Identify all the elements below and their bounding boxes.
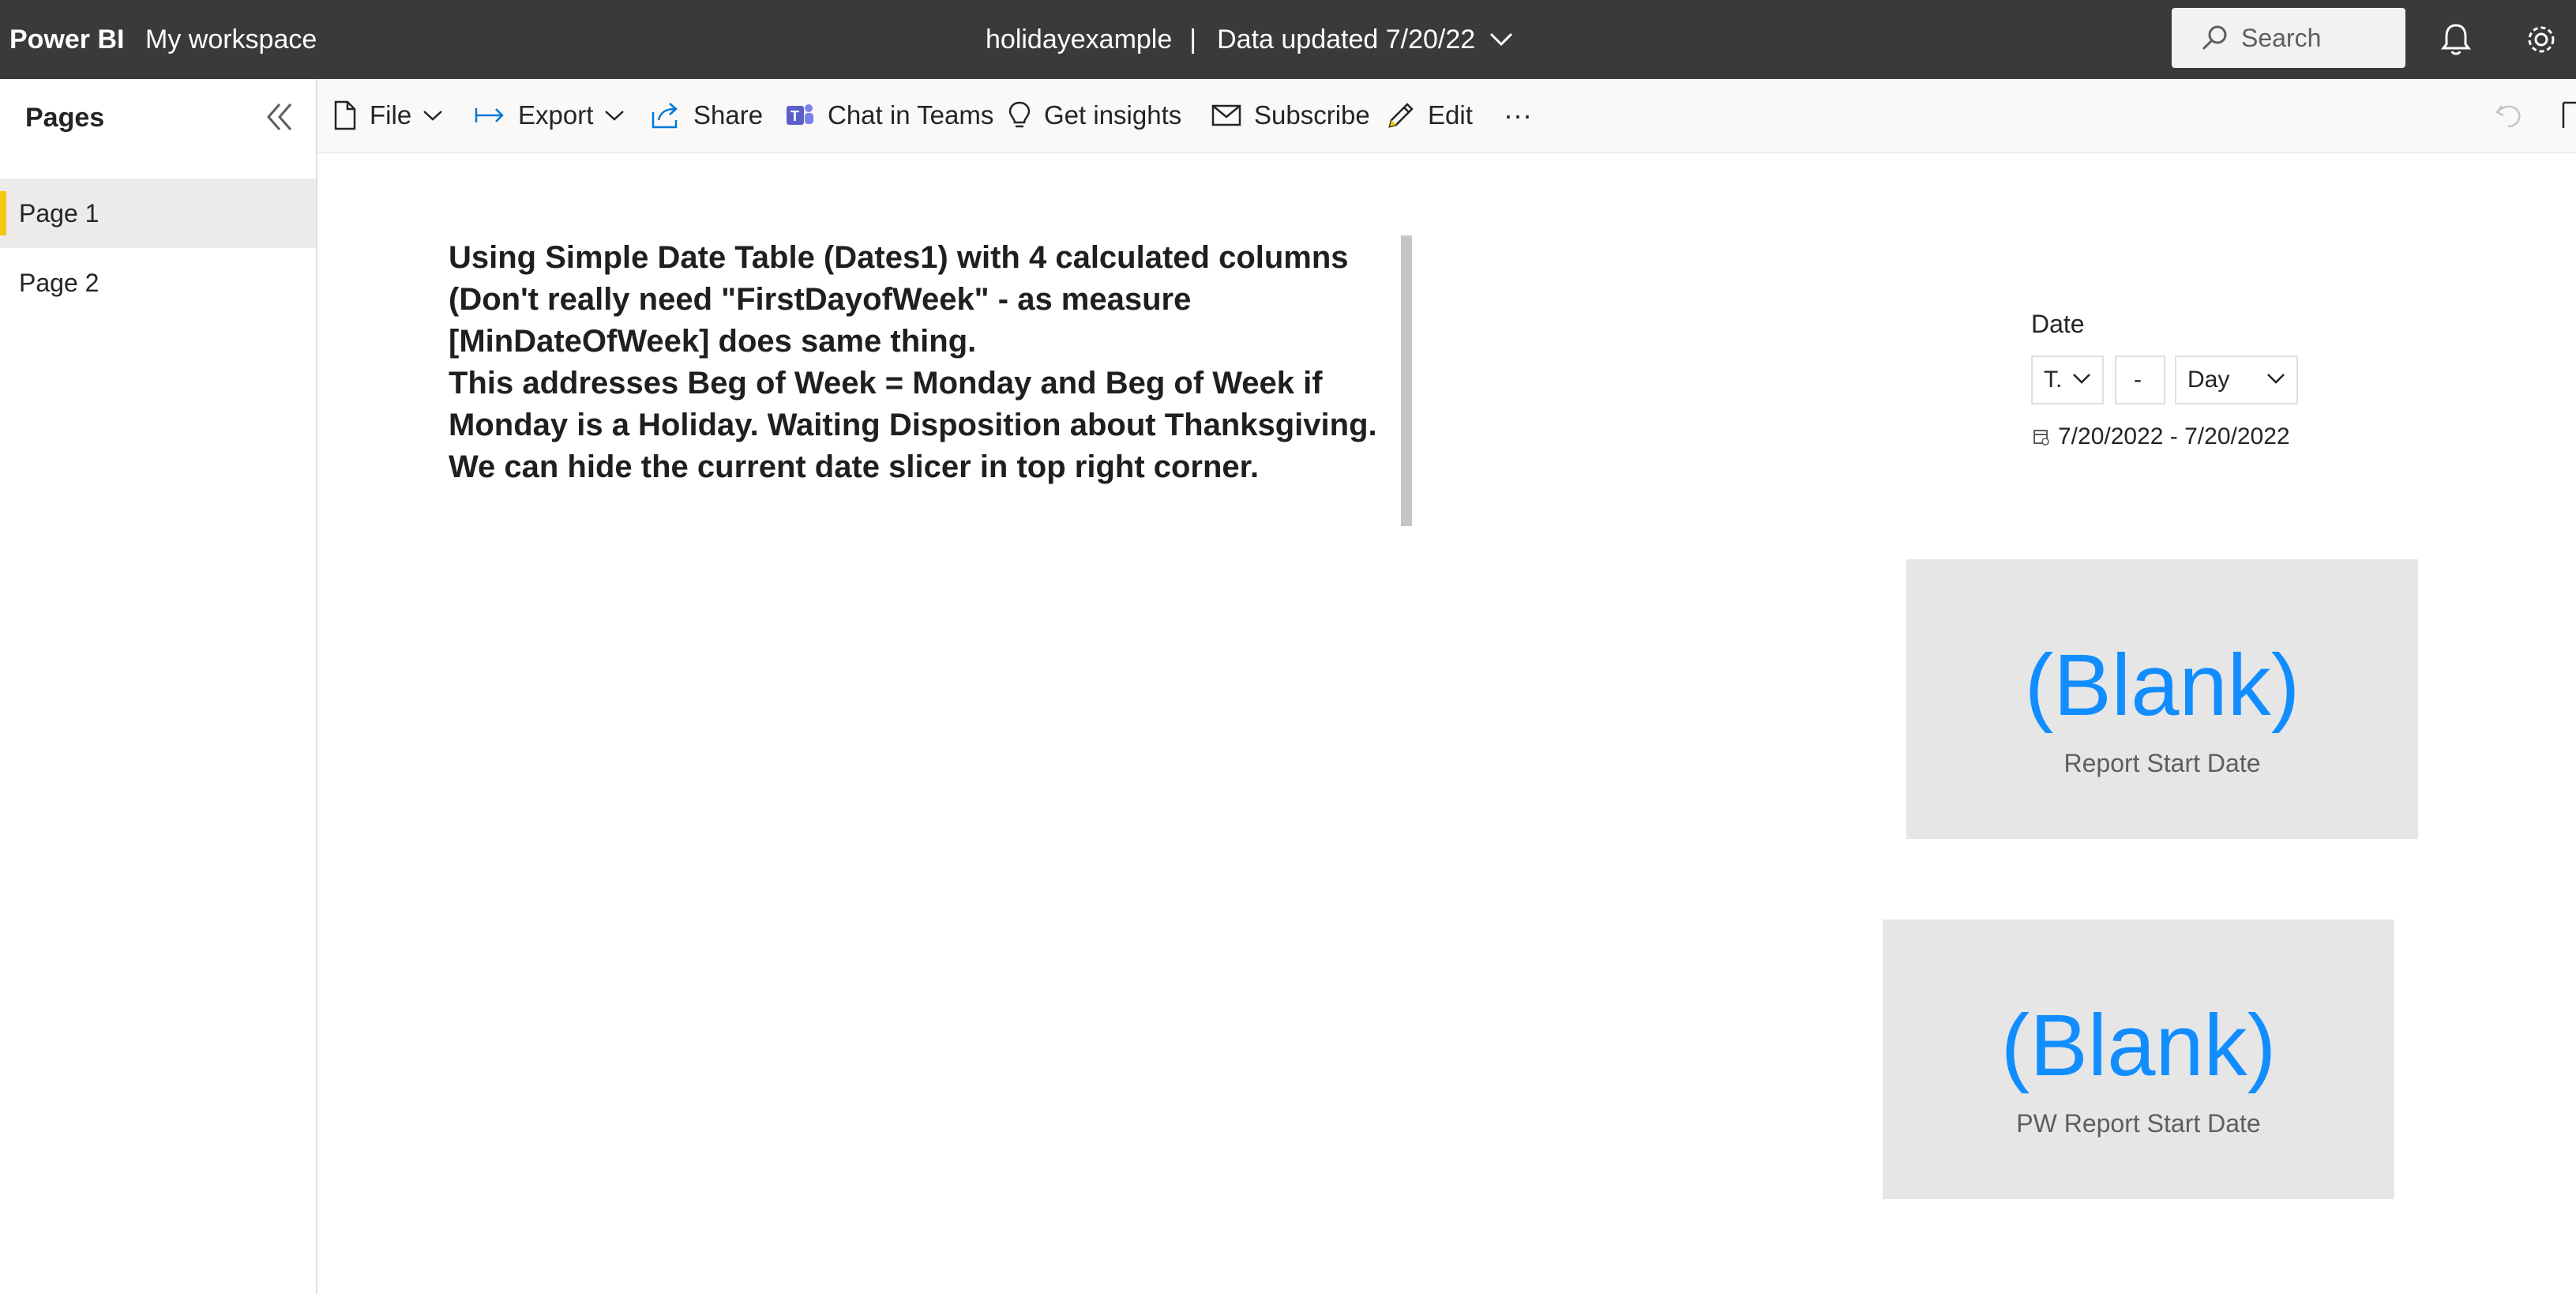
action-bar: File Export Share T Chat in Teams Get in…	[317, 79, 2576, 153]
export-menu-button[interactable]: Export	[474, 79, 625, 152]
pages-pane: Pages Page 1 Page 2	[0, 79, 317, 1294]
report-start-date-card[interactable]: (Blank) Report Start Date	[1906, 559, 2418, 839]
relative-period-select[interactable]: T.	[2031, 355, 2104, 404]
report-name: holidayexample	[986, 24, 1173, 55]
card-value: (Blank)	[2024, 637, 2300, 734]
chat-in-teams-button[interactable]: T Chat in Teams	[785, 79, 993, 152]
workspace-link[interactable]: My workspace	[145, 0, 317, 79]
page-item-page-2[interactable]: Page 2	[0, 248, 316, 318]
gear-icon[interactable]	[2524, 22, 2559, 57]
chevron-down-icon	[605, 111, 625, 121]
share-button[interactable]: Share	[651, 79, 763, 152]
date-range-text: 7/20/2022 - 7/20/2022	[2058, 423, 2290, 450]
pw-report-start-date-card[interactable]: (Blank) PW Report Start Date	[1883, 920, 2394, 1199]
period-unit-select[interactable]: Day	[2175, 355, 2298, 404]
collapse-pane-icon[interactable]	[264, 101, 295, 133]
share-icon	[652, 103, 678, 129]
page-label: Page 1	[19, 199, 100, 228]
bookmark-icon[interactable]	[2560, 79, 2576, 152]
calendar-icon	[2033, 430, 2049, 446]
date-slicer-title: Date	[2031, 310, 2085, 338]
period-count-input[interactable]: -	[2115, 355, 2165, 404]
svg-text:T: T	[790, 108, 799, 124]
lightbulb-icon	[1008, 101, 1031, 128]
export-icon	[475, 108, 504, 122]
more-icon: ···	[1504, 99, 1532, 131]
pencil-icon	[1388, 103, 1414, 128]
undo-icon	[2495, 105, 2521, 128]
notes-text-box: Using Simple Date Table (Dates1) with 4 …	[449, 237, 1388, 529]
subscribe-button[interactable]: Subscribe	[1211, 79, 1370, 152]
search-icon	[2200, 24, 2229, 52]
report-title-area[interactable]: holidayexample | Data updated 7/20/22	[986, 0, 1513, 79]
notes-text-paragraph: This addresses Beg of Week = Monday and …	[449, 366, 1377, 484]
file-menu-button[interactable]: File	[333, 79, 443, 152]
file-icon	[334, 100, 356, 130]
chevron-down-icon	[2073, 374, 2090, 384]
edit-button[interactable]: Edit	[1387, 79, 1473, 152]
title-separator: |	[1189, 24, 1197, 55]
pages-title: Pages	[25, 103, 105, 133]
card-value: (Blank)	[2000, 997, 2277, 1094]
bell-icon[interactable]	[2440, 22, 2472, 57]
date-range-display: 7/20/2022 - 7/20/2022	[2033, 423, 2290, 450]
chevron-down-icon	[2267, 374, 2285, 384]
search-input[interactable]: Search	[2172, 8, 2405, 68]
notes-text-paragraph: Using Simple Date Table (Dates1) with 4 …	[449, 240, 1349, 359]
power-bi-logo[interactable]: Power BI	[9, 0, 124, 79]
top-bar: Power BI My workspace holidayexample | D…	[0, 0, 2576, 79]
page-label: Page 2	[19, 269, 100, 297]
chevron-down-icon	[423, 111, 443, 121]
search-placeholder: Search	[2241, 23, 2322, 52]
card-label: Report Start Date	[2063, 749, 2261, 777]
data-updated-label: Data updated 7/20/22	[1217, 24, 1476, 55]
chevron-down-icon[interactable]	[1489, 32, 1513, 47]
more-options-button[interactable]: ···	[1504, 79, 1532, 152]
mail-icon	[1211, 104, 1241, 126]
get-insights-button[interactable]: Get insights	[1008, 79, 1181, 152]
page-item-page-1[interactable]: Page 1	[0, 179, 316, 248]
teams-icon: T	[787, 104, 813, 125]
card-label: PW Report Start Date	[2016, 1109, 2261, 1138]
text-box-scrollbar[interactable]	[1401, 235, 1412, 526]
undo-button[interactable]	[2494, 79, 2538, 152]
